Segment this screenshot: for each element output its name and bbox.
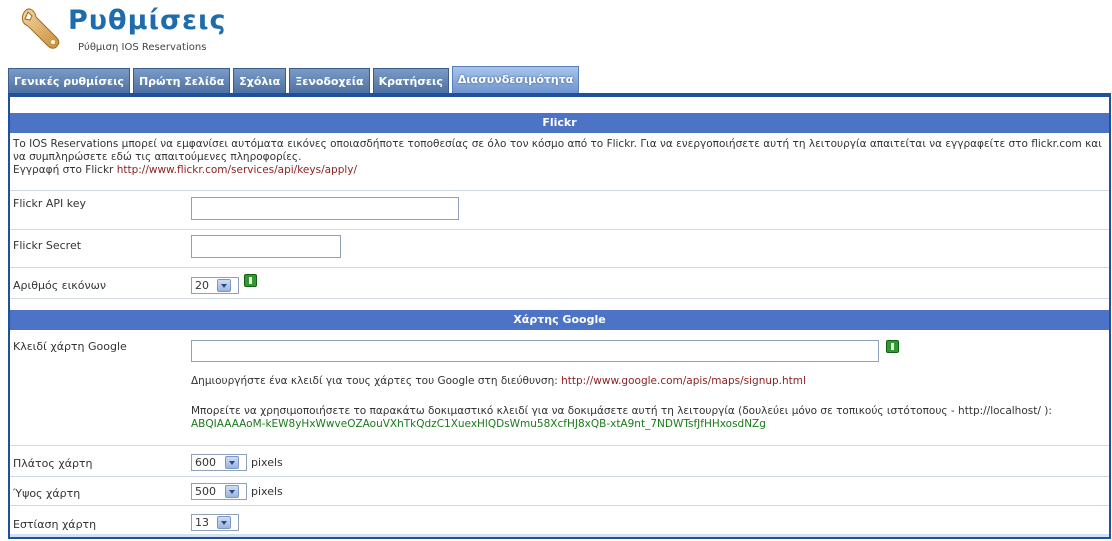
map-width-unit: pixels — [251, 456, 283, 469]
flickr-api-key-label: Flickr API key — [13, 197, 87, 210]
google-create-key-line: Δημιουργήστε ένα κλειδί για τους χάρτες … — [191, 375, 806, 387]
flickr-images-row: Αριθμός εικόνων 20 — [10, 268, 1109, 299]
chevron-down-icon — [217, 516, 231, 529]
flickr-images-select[interactable]: 20 — [191, 277, 239, 294]
flickr-description-row: Το IOS Reservations μπορεί να εμφανίσει … — [10, 134, 1109, 191]
map-zoom-label: Εστίαση χάρτη — [13, 518, 97, 531]
map-zoom-value: 13 — [195, 516, 209, 529]
chevron-down-icon — [225, 456, 239, 469]
flickr-images-label: Αριθμός εικόνων — [13, 279, 107, 292]
google-signup-link[interactable]: http://www.google.com/apis/maps/signup.h… — [561, 375, 806, 387]
wrench-icon — [21, 8, 60, 49]
map-width-label: Πλάτος χάρτη — [13, 457, 93, 470]
page-subtitle: Ρύθμιση IOS Reservations — [78, 42, 207, 53]
tab-connectivity[interactable]: Διασυνδεσιμότητα — [451, 66, 580, 93]
flickr-secret-input[interactable] — [191, 235, 341, 258]
map-height-value: 500 — [195, 485, 216, 498]
chevron-down-icon — [217, 279, 231, 292]
flickr-api-key-row: Flickr API key — [10, 191, 1109, 230]
google-create-key-text: Δημιουργήστε ένα κλειδί για τους χάρτες … — [191, 375, 558, 387]
google-section-header: Χάρτης Google — [10, 310, 1109, 330]
map-zoom-row: Εστίαση χάρτη 13 — [10, 506, 1109, 536]
google-test-key-text: Μπορείτε να χρησιμοποιήσετε το παρακάτω … — [191, 405, 1052, 417]
map-zoom-select[interactable]: 13 — [191, 514, 239, 531]
map-width-row: Πλάτος χάρτη 600 pixels — [10, 448, 1109, 477]
google-key-label: Κλειδί χάρτη Google — [13, 340, 127, 353]
map-width-select[interactable]: 600 — [191, 454, 247, 471]
google-test-key-value: ABQIAAAAoM-kEW8yHxWwveOZAouVXhTkQdzC1Xue… — [191, 418, 766, 430]
tab-comments[interactable]: Σχόλια — [233, 68, 287, 93]
flickr-description-text: Το IOS Reservations μπορεί να εμφανίσει … — [13, 138, 1102, 163]
google-test-key-block: Μπορείτε να χρησιμοποιήσετε το παρακάτω … — [191, 405, 1109, 431]
flickr-section-header: Flickr — [10, 113, 1109, 133]
page-header: Ρυθμίσεις Ρύθμιση IOS Reservations — [0, 0, 1112, 66]
settings-panel: Flickr Το IOS Reservations μπορεί να εμφ… — [8, 93, 1111, 539]
chevron-down-icon — [225, 485, 239, 498]
tab-front-page[interactable]: Πρώτη Σελίδα — [132, 68, 231, 93]
google-key-row: Κλειδί χάρτη Google Δημιουργήστε ένα κλε… — [10, 332, 1109, 446]
flickr-description: Το IOS Reservations μπορεί να εμφανίσει … — [13, 138, 1103, 177]
flickr-secret-label: Flickr Secret — [13, 239, 82, 252]
tab-reservations[interactable]: Κρατήσεις — [372, 68, 449, 93]
google-key-input[interactable] — [191, 340, 879, 362]
map-height-select[interactable]: 500 — [191, 483, 247, 500]
map-width-value: 600 — [195, 456, 216, 469]
settings-tabs: Γενικές ρυθμίσεις Πρώτη Σελίδα Σχόλια Ξε… — [8, 66, 582, 94]
tab-hotels[interactable]: Ξενοδοχεία — [289, 68, 370, 93]
map-height-unit: pixels — [251, 485, 283, 498]
info-icon[interactable] — [886, 340, 899, 353]
flickr-register-link[interactable]: http://www.flickr.com/services/api/keys/… — [117, 164, 357, 176]
tab-general[interactable]: Γενικές ρυθμίσεις — [8, 68, 130, 93]
map-height-row: Ύψος χάρτη 500 pixels — [10, 477, 1109, 506]
flickr-secret-row: Flickr Secret — [10, 230, 1109, 268]
page-title: Ρυθμίσεις — [68, 5, 227, 36]
flickr-api-key-input[interactable] — [191, 197, 459, 220]
info-icon[interactable] — [244, 274, 257, 287]
panel-bottom-border — [10, 534, 1109, 537]
flickr-register-label: Εγγραφή στο Flickr — [13, 164, 114, 176]
flickr-images-value: 20 — [195, 279, 209, 292]
map-height-label: Ύψος χάρτη — [13, 487, 81, 500]
